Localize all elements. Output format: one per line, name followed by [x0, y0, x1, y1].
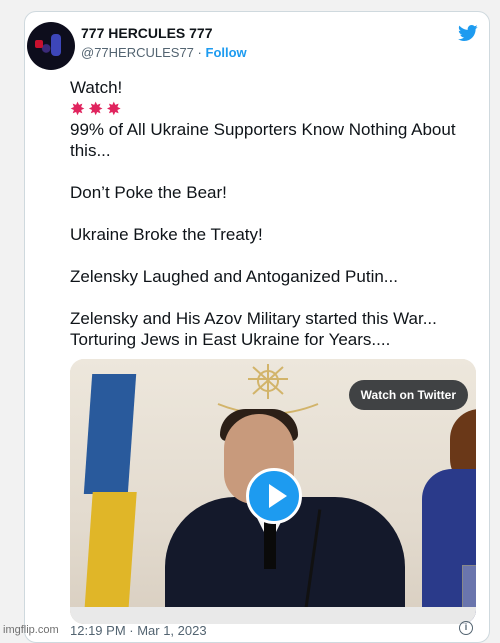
- timestamp[interactable]: 12:19 PM · Mar 1, 2023: [70, 623, 207, 638]
- tweet-text: Watch! ✸ ✸ ✸ 99% of All Ukraine Supporte…: [70, 77, 480, 350]
- video-player[interactable]: Watch on Twitter: [70, 359, 476, 624]
- handle-row: @77HERCULES77 · Follow: [81, 45, 247, 60]
- user-handle[interactable]: @77HERCULES77: [81, 45, 194, 60]
- tweet-line: Don’t Poke the Bear!: [70, 183, 227, 202]
- collision-emoji-icon: ✸: [106, 98, 122, 119]
- tweet-line: Watch!: [70, 78, 123, 97]
- twitter-bird-icon[interactable]: [457, 23, 479, 43]
- separator: ·: [197, 45, 202, 60]
- avatar[interactable]: [27, 22, 75, 70]
- tweet-card: 777 HERCULES 777 @77HERCULES77 · Follow …: [24, 11, 490, 643]
- collision-emoji-icon: ✸: [88, 98, 104, 119]
- flag: [83, 374, 137, 494]
- info-icon[interactable]: i: [459, 621, 473, 635]
- tweet-line: 99% of All Ukraine Supporters Know Nothi…: [70, 120, 456, 139]
- play-icon[interactable]: [246, 468, 302, 524]
- user-name[interactable]: 777 HERCULES 777: [81, 25, 213, 41]
- follow-button[interactable]: Follow: [206, 45, 247, 60]
- flag: [83, 492, 137, 624]
- table: [70, 607, 476, 624]
- watch-on-twitter-button[interactable]: Watch on Twitter: [348, 380, 468, 410]
- collision-emoji-icon: ✸: [70, 98, 86, 119]
- watermark: imgflip.com: [3, 624, 59, 636]
- tweet-line: Ukraine Broke the Treaty!: [70, 225, 263, 244]
- emoji-row: ✸ ✸ ✸: [70, 98, 480, 119]
- tweet-line: Torturing Jews in East Ukraine for Years…: [70, 330, 391, 349]
- tweet-line: Zelensky and His Azov Military started t…: [70, 309, 437, 328]
- tweet-line: this...: [70, 141, 111, 160]
- tweet-line: Zelensky Laughed and Antoganized Putin..…: [70, 267, 398, 286]
